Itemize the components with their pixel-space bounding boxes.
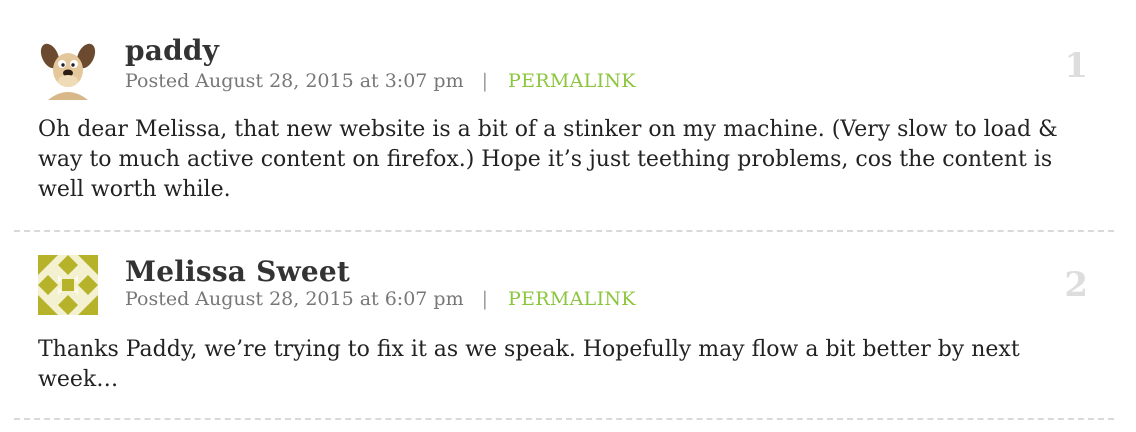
- cartoon-dog-avatar-icon[interactable]: [38, 40, 98, 100]
- comment-author[interactable]: Melissa Sweet: [125, 255, 350, 288]
- permalink-link[interactable]: PERMALINK: [508, 288, 636, 310]
- comment-author[interactable]: paddy: [125, 34, 219, 67]
- comment-body: Thanks Paddy, we’re trying to fix it as …: [38, 337, 1020, 392]
- comment-number: 2: [1064, 265, 1088, 305]
- comment-list: paddy Posted August 28, 2015 at 3:07 pm |…: [14, 0, 1114, 420]
- permalink-link[interactable]: PERMALINK: [508, 70, 636, 92]
- meta-separator: |: [481, 288, 489, 310]
- comment: Melissa Sweet Posted August 28, 2015 at …: [14, 232, 1114, 420]
- comment-date: Posted August 28, 2015 at 6:07 pm: [125, 288, 464, 310]
- comment-date: Posted August 28, 2015 at 3:07 pm: [125, 70, 464, 92]
- comment: paddy Posted August 28, 2015 at 3:07 pm |…: [14, 0, 1114, 232]
- comment-number: 1: [1064, 46, 1088, 86]
- geometric-pattern-avatar-icon[interactable]: [38, 255, 98, 315]
- comment-meta: Posted August 28, 2015 at 3:07 pm | PERMAL…: [125, 70, 636, 92]
- meta-separator: |: [481, 70, 489, 92]
- comment-meta: Posted August 28, 2015 at 6:07 pm | PERMAL…: [125, 288, 636, 310]
- comment-body: Oh dear Melissa, that new website is a b…: [38, 117, 1058, 202]
